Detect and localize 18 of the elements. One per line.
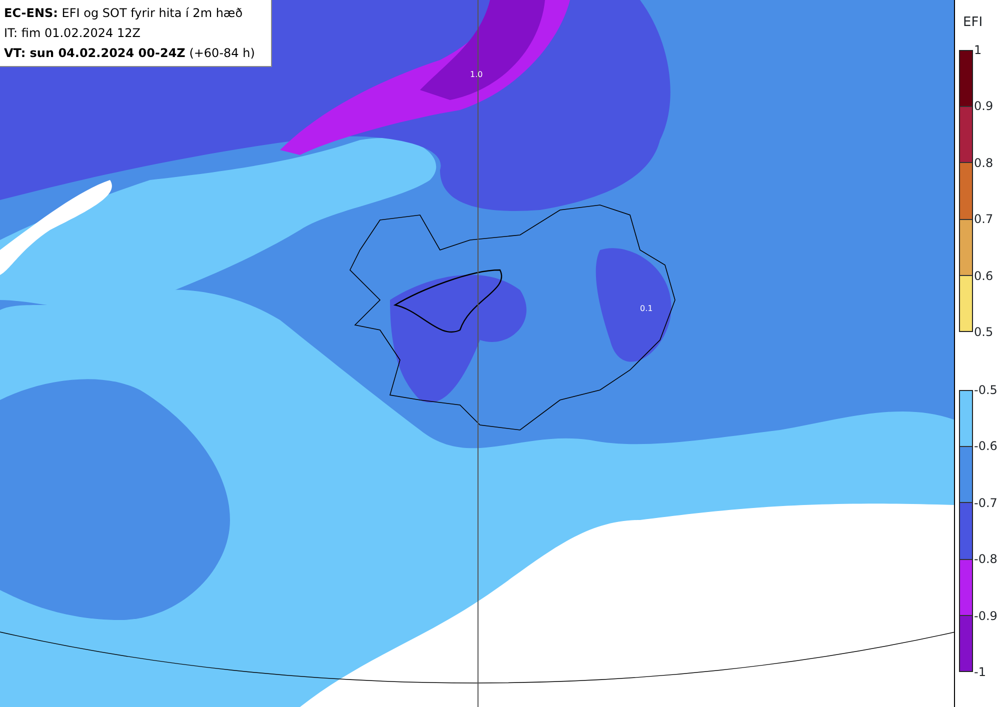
contour-label: 1.0 (470, 69, 483, 81)
tick-label: 1 (974, 44, 982, 56)
tick-label: -1 (974, 666, 986, 678)
tick-label: 0.7 (974, 213, 994, 226)
tick-label: -0.8 (974, 553, 998, 566)
valid-time: VT: sun 04.02.2024 00-24Z (+60-84 h) (4, 45, 255, 62)
tick-label: -0.6 (974, 440, 998, 452)
chart-title: EC-ENS: EFI og SOT fyrir hita í 2m hæð (4, 5, 243, 22)
tick-label: -0.7 (974, 496, 998, 509)
tick-label: 0.8 (974, 156, 994, 169)
tick-label: 0.9 (974, 100, 994, 112)
tick-label: 0.5 (974, 326, 994, 338)
tick-label: 0.6 (974, 270, 994, 282)
tick-label: -0.5 (974, 384, 998, 396)
legend-title: EFI (963, 14, 983, 32)
tick-label: -0.9 (974, 610, 998, 622)
issue-time: IT: fim 01.02.2024 12Z (4, 25, 140, 42)
contour-label: 0.1 (640, 303, 653, 315)
